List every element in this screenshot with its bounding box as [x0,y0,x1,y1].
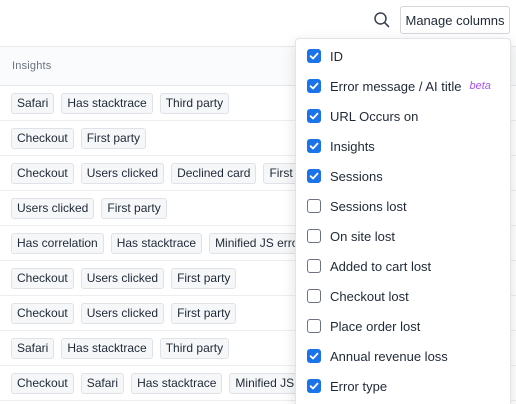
checkmark-icon [309,382,319,390]
insight-tag: Users clicked [80,302,165,324]
checkbox-unchecked[interactable] [307,229,321,243]
insight-tag: Safari [11,92,55,114]
checkbox-unchecked[interactable] [307,199,321,213]
insight-tag: Third party [159,337,230,359]
column-option[interactable]: Added to cart lost [296,251,510,281]
insight-tag: Checkout [11,267,74,289]
checkbox-checked[interactable] [307,169,321,183]
insight-tag: First party [80,127,147,149]
checkbox-unchecked[interactable] [307,259,321,273]
column-option[interactable]: Error message / AI title beta [296,71,510,101]
insight-tag: Third party [159,92,230,114]
column-option[interactable]: Place order lost [296,311,510,341]
checkbox-checked[interactable] [307,49,321,63]
manage-columns-button[interactable]: Manage columns [400,6,510,34]
insight-tag: Has stacktrace [61,92,153,114]
column-options-list: ID Error message / AI title beta URL Occurs… [296,41,510,401]
checkmark-icon [309,112,319,120]
column-option-label: Sessions [330,168,383,184]
insight-tag: Declined card [171,162,257,184]
insight-tag: Safari [80,372,125,394]
insight-tag: First party [101,197,167,219]
column-option-label: Place order lost [330,318,421,334]
insight-tag: Checkout [11,127,74,149]
checkmark-icon [309,352,319,360]
insight-tag: First party [171,267,237,289]
checkbox-checked[interactable] [307,79,321,93]
column-option-label: Added to cart lost [330,258,432,274]
column-option[interactable]: URL Occurs on [296,101,510,131]
column-option[interactable]: Insights [296,131,510,161]
insight-tag: Has correlation [11,232,104,254]
toolbar: Manage columns [0,0,516,38]
insights-column-header: Insights [12,60,52,72]
column-option-label: ID [330,48,343,64]
column-option[interactable]: Error type [296,371,510,401]
insight-tag: Has stacktrace [110,232,203,254]
checkmark-icon [309,142,319,150]
insight-tag: First party [171,302,237,324]
checkbox-unchecked[interactable] [307,319,321,333]
checkmark-icon [309,172,319,180]
checkbox-checked[interactable] [307,379,321,393]
insight-tag: Safari [11,337,55,359]
column-option-label: Error message / AI title [330,78,462,94]
insight-tag: Users clicked [80,162,165,184]
insight-tag: Checkout [11,162,74,184]
insight-tag: Has stacktrace [131,372,223,394]
checkbox-unchecked[interactable] [307,289,321,303]
column-option-label: Sessions lost [330,198,407,214]
column-option-label: Checkout lost [330,288,409,304]
column-option[interactable]: Annual revenue loss [296,341,510,371]
checkmark-icon [309,52,319,60]
column-option-label: Error type [330,378,388,394]
column-option[interactable]: On site lost [296,221,510,251]
insight-tag: Has stacktrace [61,337,153,359]
insight-tag: Users clicked [80,267,165,289]
beta-badge: beta [469,80,491,92]
column-option-label: On site lost [330,228,396,244]
checkbox-checked[interactable] [307,109,321,123]
insight-tag: Checkout [11,302,74,324]
column-option[interactable]: Checkout lost [296,281,510,311]
column-option[interactable]: ID [296,41,510,71]
column-option-label: URL Occurs on [330,108,419,124]
checkbox-checked[interactable] [307,139,321,153]
insight-tag: Checkout [11,372,74,394]
column-option[interactable]: Sessions lost [296,191,510,221]
insight-tag: Minified JS error [209,232,309,254]
column-option-label: Insights [330,138,375,154]
insight-tag: Users clicked [11,197,95,219]
column-option[interactable]: Sessions [296,161,510,191]
column-option-label: Annual revenue loss [330,348,448,364]
checkmark-icon [309,82,319,90]
search-icon[interactable] [372,10,392,30]
manage-columns-dropdown: ID Error message / AI title beta URL Occurs… [295,38,511,404]
checkbox-checked[interactable] [307,349,321,363]
